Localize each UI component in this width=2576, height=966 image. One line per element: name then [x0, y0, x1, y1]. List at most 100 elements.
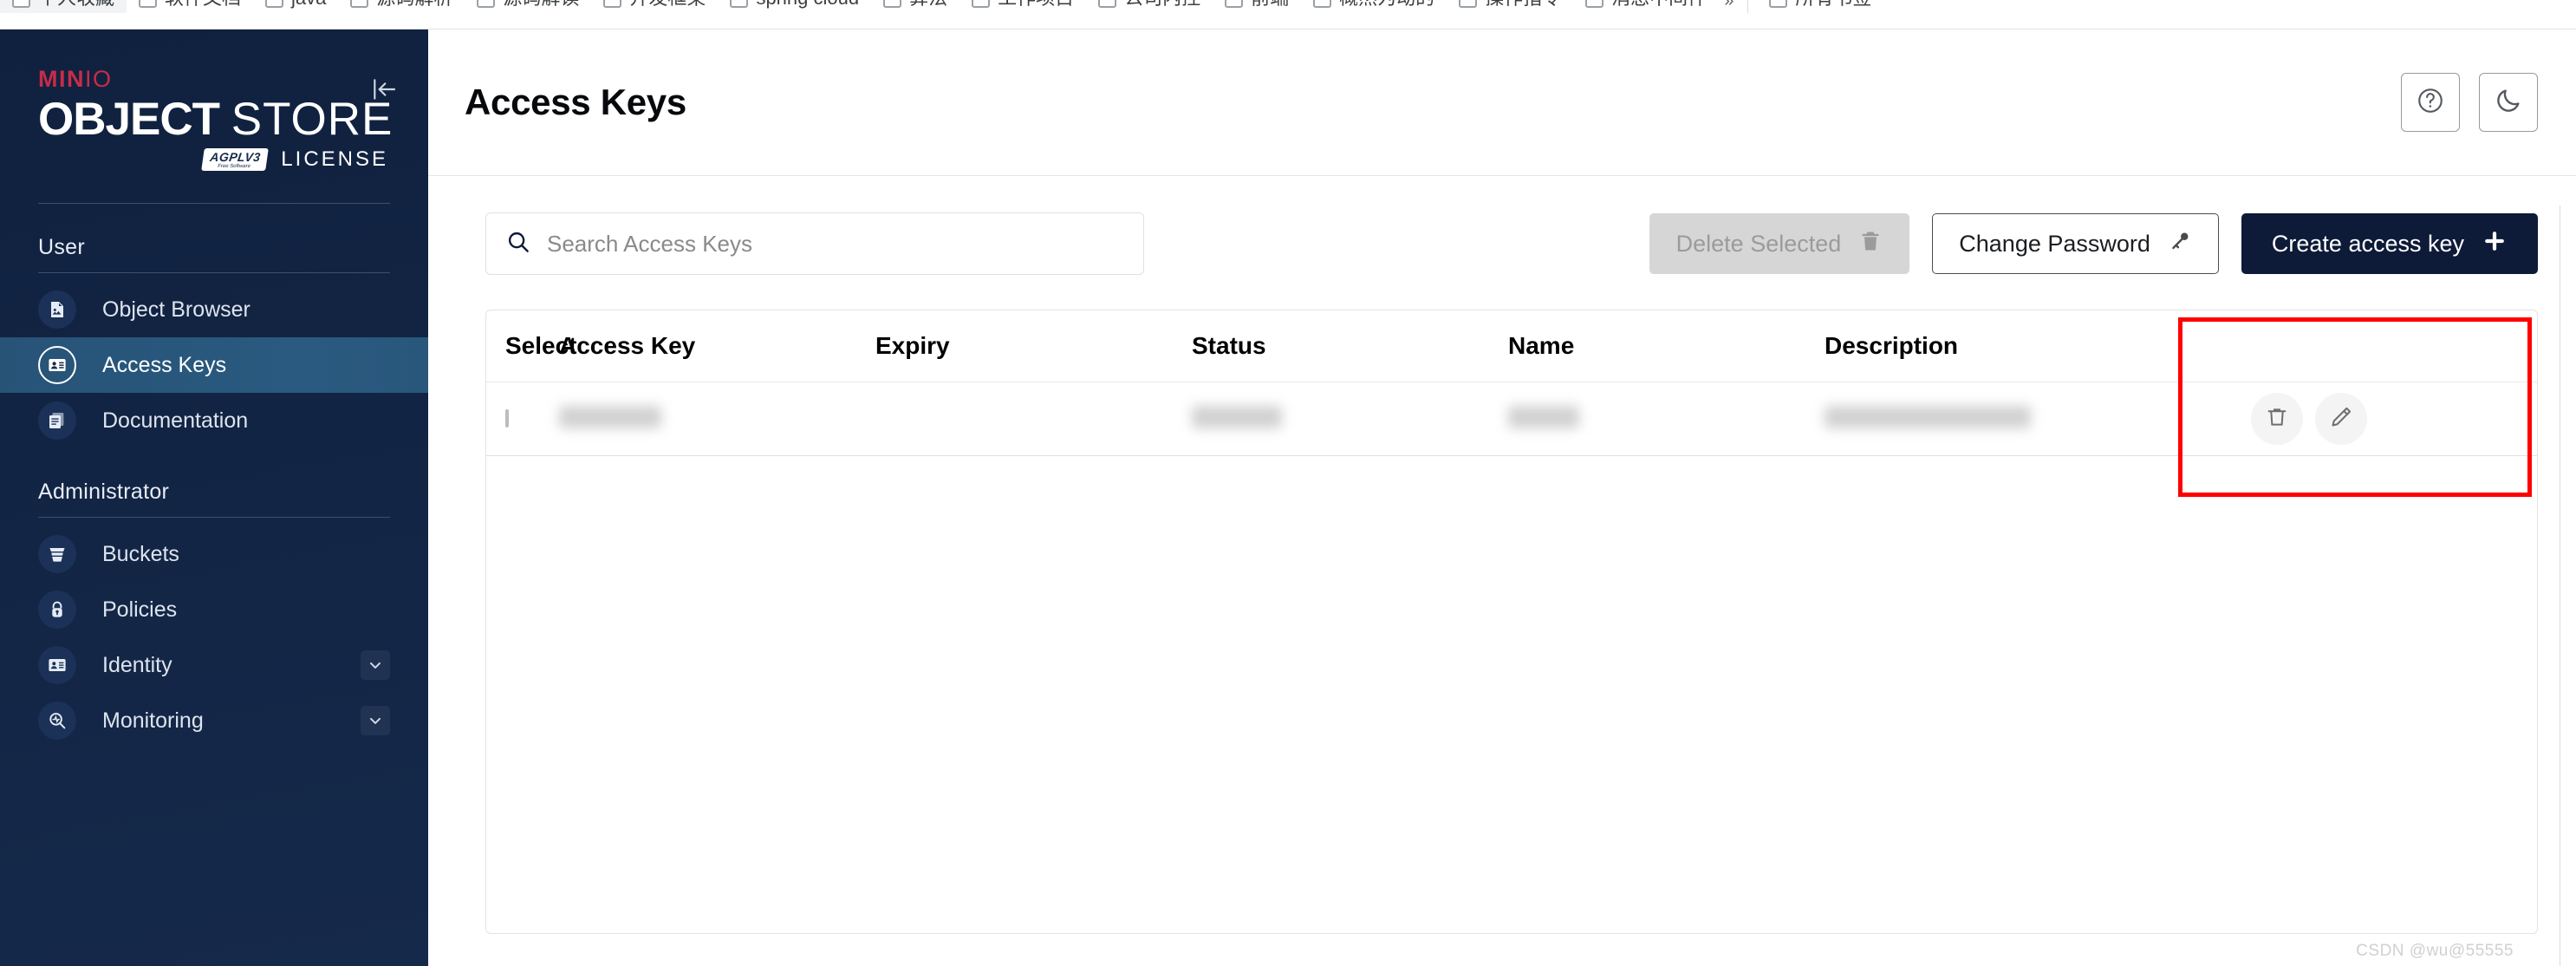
- sidebar: MINIO OBJECT STORE AGPLV3 Free Software …: [0, 29, 428, 966]
- bookmark-label: java: [291, 0, 326, 13]
- monitoring-icon: [38, 702, 76, 741]
- bookmark-item[interactable]: 工作项目: [959, 0, 1086, 13]
- page-title: Access Keys: [465, 82, 686, 122]
- column-header-select: Select: [505, 332, 577, 359]
- search-box[interactable]: [485, 212, 1144, 275]
- cell-actions: [2251, 393, 2537, 445]
- bookmark-item[interactable]: 消息中间件: [1573, 0, 1719, 13]
- bookmark-item[interactable]: 开发框架: [591, 0, 718, 13]
- bookmark-label: 源码解析: [376, 0, 452, 13]
- sidebar-item-access-keys[interactable]: Access Keys: [0, 337, 428, 394]
- bookmark-favicon-icon: [1225, 0, 1244, 8]
- plus-icon: [2482, 228, 2508, 260]
- identity-card-icon: [38, 646, 76, 685]
- column-header-name: Name: [1508, 332, 1575, 359]
- moon-icon: [2494, 86, 2523, 120]
- bookmark-item[interactable]: 概然为动的: [1301, 0, 1447, 13]
- bookmark-label: 前端: [1251, 0, 1289, 13]
- sidebar-item-label: Identity: [102, 652, 172, 677]
- edit-row-button[interactable]: [2315, 393, 2367, 445]
- agpl-badge-subtext: Free Software: [217, 163, 251, 169]
- bookmark-item[interactable]: spring cloud: [718, 0, 871, 13]
- bookmark-label: 操作指令: [1485, 0, 1561, 13]
- bookmark-label: 所有书签: [1795, 0, 1871, 13]
- cell-status: [1192, 405, 1508, 433]
- bookmark-favicon-icon: [12, 0, 30, 8]
- bookmark-divider: [1747, 0, 1749, 13]
- bookmark-favicon-icon: [350, 0, 369, 8]
- bucket-icon: [38, 535, 76, 574]
- bookmark-item[interactable]: 前端: [1213, 0, 1301, 13]
- bookmark-item[interactable]: 源码解析: [338, 0, 465, 13]
- app-logo: MINIO OBJECT STORE AGPLV3 Free Software …: [0, 29, 428, 172]
- row-checkbox[interactable]: [505, 409, 509, 428]
- row-action-group: [2251, 393, 2537, 445]
- sidebar-item-object-browser[interactable]: Object Browser: [0, 282, 428, 337]
- bookmark-all-button[interactable]: 所有书签: [1757, 0, 1883, 13]
- pencil-icon: [2328, 404, 2354, 434]
- main-content: Access Keys Search Access Keys Delete Se…: [428, 29, 2576, 966]
- redacted-value: [1508, 405, 1579, 428]
- sidebar-section-title: Administrator: [38, 480, 170, 505]
- change-password-button[interactable]: Change Password: [1932, 213, 2219, 274]
- search-icon: [505, 229, 531, 259]
- bookmark-item[interactable]: 操作指令: [1447, 0, 1573, 13]
- bookmark-favicon-icon: [1459, 0, 1478, 8]
- sidebar-item-label: Monitoring: [102, 708, 204, 733]
- license-row: AGPLV3 Free Software LICENSE: [38, 147, 388, 172]
- sidebar-item-label: Object Browser: [102, 297, 250, 322]
- bookmark-label: 软件文档: [165, 0, 241, 13]
- bookmark-label: 消息中间件: [1611, 0, 1707, 13]
- bookmark-item[interactable]: 软件文档: [127, 0, 253, 13]
- sidebar-item-buckets[interactable]: Buckets: [0, 526, 428, 582]
- bookmark-item[interactable]: 算法: [871, 0, 959, 13]
- bookmark-label: 个人收藏: [38, 0, 114, 13]
- object-browser-icon: [38, 290, 76, 330]
- create-access-key-button[interactable]: Create access key: [2241, 213, 2538, 274]
- cell-access-key: [559, 405, 875, 433]
- bookmark-favicon-icon: [477, 0, 496, 8]
- bookmark-item[interactable]: 源码解读: [465, 0, 591, 13]
- chevron-down-icon[interactable]: [361, 706, 390, 736]
- bookmark-favicon-icon: [883, 0, 902, 8]
- create-access-key-label: Create access key: [2271, 230, 2464, 257]
- bookmark-item[interactable]: 公司内控: [1086, 0, 1213, 13]
- bookmark-overflow-button[interactable]: »: [1719, 0, 1739, 11]
- table-row[interactable]: [486, 382, 2537, 456]
- bookmark-item[interactable]: java: [253, 0, 338, 13]
- chevron-down-icon[interactable]: [361, 650, 390, 681]
- search-input[interactable]: [547, 230, 1124, 258]
- sidebar-item-documentation[interactable]: Documentation: [0, 393, 428, 448]
- bookmark-item[interactable]: 个人收藏: [0, 0, 127, 13]
- help-circle-icon: [2416, 86, 2445, 120]
- bookmark-favicon-icon: [1098, 0, 1117, 8]
- sidebar-item-policies[interactable]: Policies: [0, 582, 428, 637]
- bookmark-favicon-icon: [1585, 0, 1604, 8]
- table-header-row: Select Access Key Expiry Status Name Descript…: [486, 310, 2537, 382]
- bookmark-label: 源码解读: [503, 0, 579, 13]
- sidebar-section-divider: [38, 517, 390, 519]
- sidebar-item-label: Documentation: [102, 408, 249, 433]
- row-select-cell: [505, 409, 559, 428]
- license-label: LICENSE: [281, 147, 388, 172]
- sidebar-item-identity[interactable]: Identity: [0, 637, 428, 693]
- collapse-left-icon[interactable]: [369, 75, 399, 104]
- toolbar-buttons: Delete Selected Change Password Create a…: [1649, 213, 2538, 274]
- bookmark-label: 公司内控: [1124, 0, 1200, 13]
- bookmark-favicon-icon: [603, 0, 622, 8]
- product-name-bold: OBJECT: [38, 94, 220, 145]
- agpl-badge-text: AGPLV3: [209, 150, 262, 165]
- delete-selected-button[interactable]: Delete Selected: [1649, 213, 1910, 274]
- delete-row-button[interactable]: [2251, 393, 2303, 445]
- access-keys-table: Select Access Key Expiry Status Name Descript…: [485, 310, 2538, 934]
- sidebar-item-monitoring[interactable]: Monitoring: [0, 693, 428, 748]
- minio-brand-text: MIN: [38, 66, 85, 92]
- help-button[interactable]: [2401, 73, 2460, 132]
- theme-toggle-button[interactable]: [2479, 73, 2538, 132]
- agpl-badge: AGPLV3 Free Software: [201, 148, 270, 172]
- trash-icon: [1858, 229, 1883, 259]
- header-actions: [2401, 73, 2538, 132]
- bookmark-label: 概然为动的: [1339, 0, 1434, 13]
- delete-selected-label: Delete Selected: [1675, 230, 1842, 257]
- watermark: CSDN @wu@55555: [2356, 942, 2514, 960]
